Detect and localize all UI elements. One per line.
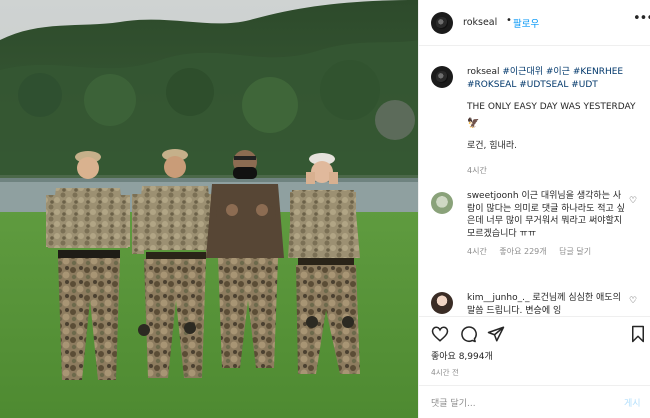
comment-username[interactable]: sweetjoonh [467, 191, 519, 201]
bookmark-icon[interactable] [629, 325, 647, 343]
post-header: rokseal • 팔로우 ••• [419, 0, 650, 46]
post-timestamp: 4시간 전 [431, 368, 459, 377]
eagle-icon: 🦅 [467, 117, 480, 129]
post-side-panel: rokseal • 팔로우 ••• rokseal #이근대위 #이근 #KEN… [418, 0, 650, 418]
caption-line-2: 로건, 힘내라. [467, 141, 517, 151]
caption-avatar[interactable] [431, 66, 453, 88]
caption-time: 4시간 [467, 165, 487, 175]
avatar[interactable] [431, 12, 453, 34]
action-bar: 좋아요 8,994개 4시간 전 [419, 316, 650, 380]
comment-avatar[interactable] [431, 292, 453, 314]
caption-line-1: THE ONLY EASY DAY WAS YESTERDAY [467, 102, 636, 112]
like-count[interactable]: 좋아요 8,994개 [431, 349, 493, 362]
post-comment-button[interactable]: 게시 [624, 396, 641, 409]
comment-heart-icon[interactable]: ♡ [629, 296, 637, 306]
comment-likes[interactable]: 좋아요 229개 [499, 247, 546, 256]
comment-icon[interactable] [459, 325, 477, 343]
instagram-post-view: rokseal • 팔로우 ••• rokseal #이근대위 #이근 #KEN… [0, 0, 650, 418]
comment-meta: 4시간 좋아요 229개 답글 달기 [467, 246, 627, 259]
comment-time: 4시간 [467, 247, 487, 256]
comment-avatar[interactable] [431, 192, 453, 214]
add-comment-bar: 댓글 달기... 게시 [419, 385, 650, 418]
heart-icon[interactable] [431, 325, 449, 343]
photo-image [0, 0, 418, 418]
comment-heart-icon[interactable]: ♡ [629, 196, 637, 206]
reply-button[interactable]: 답글 달기 [559, 247, 591, 256]
comment-username[interactable]: kim__junho_._ [467, 293, 529, 303]
share-icon[interactable] [487, 325, 505, 343]
comment-body: kim__junho_._ 로건님께 심심한 애도의 말씀 드립니다. 변승에 … [467, 292, 627, 317]
caption-username[interactable]: rokseal [467, 67, 499, 77]
follow-button[interactable]: 팔로우 [513, 16, 539, 30]
comment-input[interactable]: 댓글 달기... [431, 396, 476, 409]
comment-body: sweetjoonh 이근 대위님을 생각하는 사람이 많다는 의미로 댓글 하… [467, 190, 627, 259]
more-options-icon[interactable]: ••• [633, 11, 650, 26]
header-username[interactable]: rokseal [463, 17, 497, 28]
separator-dot: • [506, 15, 512, 26]
post-photo[interactable] [0, 0, 418, 418]
caption-text: rokseal #이근대위 #이근 #KENRHEE #ROKSEAL #UDT… [467, 66, 645, 177]
